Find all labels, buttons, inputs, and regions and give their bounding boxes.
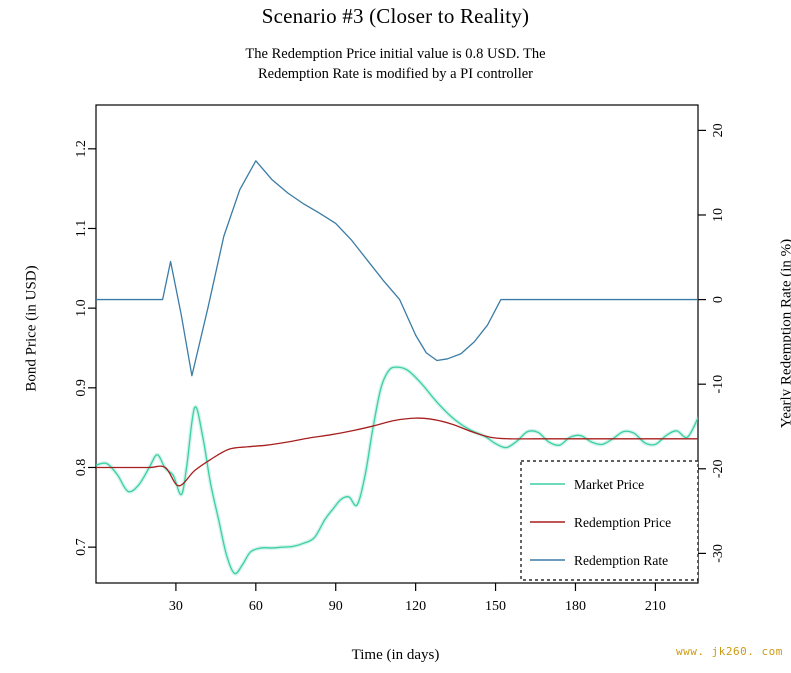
y-axis-left-tick-label: 1.0 bbox=[74, 299, 89, 317]
y-axis-left-tick-label: 1.2 bbox=[74, 140, 89, 158]
y-axis-right-tick-label: 0 bbox=[711, 296, 726, 303]
x-axis-tick-label: 30 bbox=[169, 599, 183, 614]
chart-subtitle: The Redemption Price initial value is 0.… bbox=[0, 44, 791, 84]
plot-area: 30 60 90 120 150 180 210 0.7 0.8 0.9 1.0 1.1 1.2 -30 -… bbox=[74, 104, 726, 614]
chart-subtitle-line-1: The Redemption Price initial value is 0.… bbox=[245, 46, 546, 62]
y-axis-right-tick-label: 10 bbox=[711, 208, 726, 222]
y-axis-right-tick-label: -30 bbox=[711, 544, 726, 563]
legend-label: Redemption Price bbox=[574, 515, 671, 530]
x-axis-label: Time (in days) bbox=[351, 647, 440, 663]
chart-title: Scenario #3 (Closer to Reality) bbox=[261, 4, 530, 28]
y-axis-right-tick-label: 20 bbox=[711, 123, 726, 137]
legend-label: Redemption Rate bbox=[574, 553, 668, 568]
x-axis-tick-label: 60 bbox=[249, 599, 263, 614]
x-axis-tick-label: 120 bbox=[405, 599, 426, 614]
y-axis-left-label: Bond Price (in USD) bbox=[23, 265, 40, 392]
y-axis-left-tick-label: 0.7 bbox=[74, 538, 89, 556]
y-axis-left-tick-label: 0.8 bbox=[74, 459, 89, 477]
y-axis-right-tick-label: -20 bbox=[711, 459, 726, 478]
y-axis-right-label: Yearly Redemption Rate (in %) bbox=[778, 238, 791, 429]
x-axis-tick-label: 90 bbox=[329, 599, 343, 614]
chart-container: Scenario #3 (Closer to Reality) The Rede… bbox=[0, 0, 791, 673]
chart-subtitle-line-2: Redemption Rate is modified by a PI cont… bbox=[257, 66, 534, 82]
y-axis-right-tick-label: -10 bbox=[711, 375, 726, 394]
watermark: www. jk260. com bbox=[676, 645, 783, 658]
legend-label: Market Price bbox=[574, 477, 644, 492]
x-axis-tick-label: 210 bbox=[645, 599, 666, 614]
x-axis-tick-label: 180 bbox=[565, 599, 586, 614]
y-axis-left-tick-label: 1.1 bbox=[74, 220, 89, 238]
x-axis-tick-label: 150 bbox=[485, 599, 506, 614]
legend: Market Price Redemption Price Redemption R… bbox=[520, 460, 699, 581]
y-axis-left-tick-label: 0.9 bbox=[74, 379, 89, 397]
